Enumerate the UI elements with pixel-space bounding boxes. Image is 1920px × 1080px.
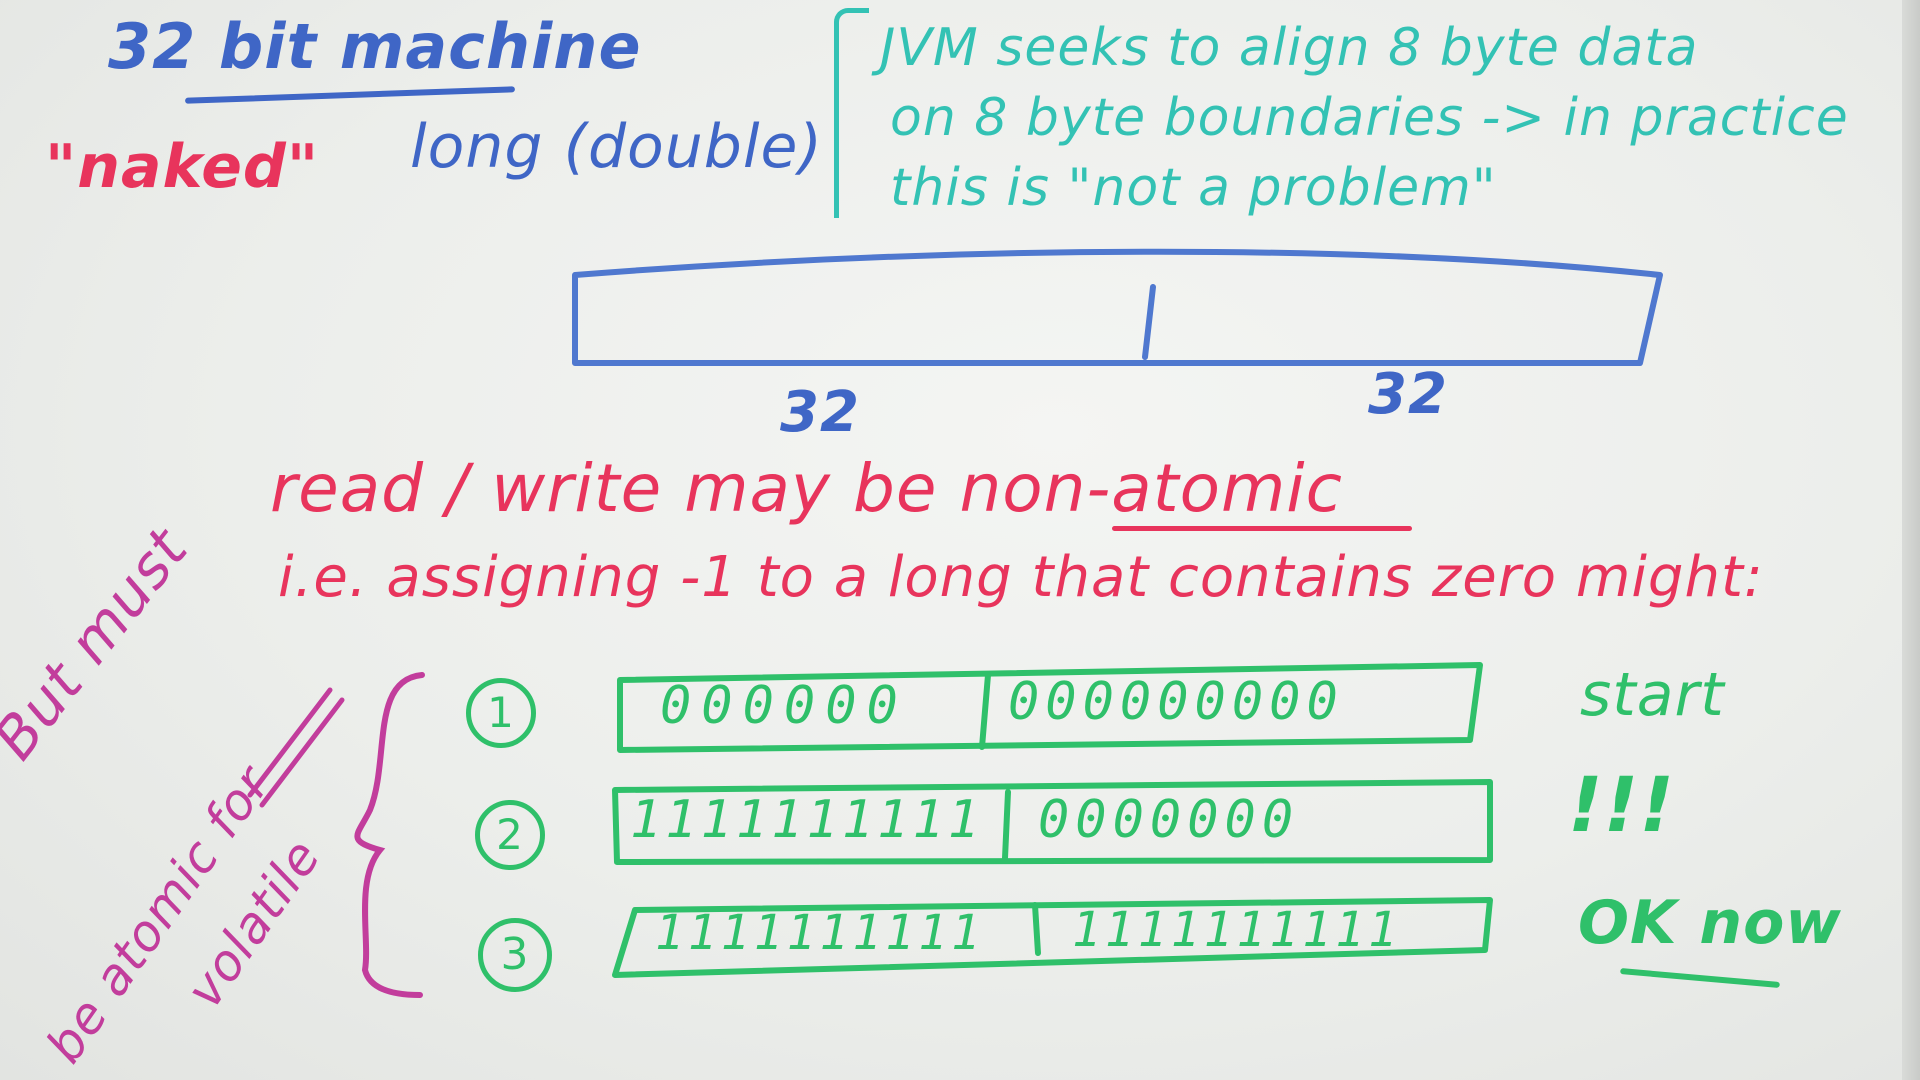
word-divider	[1142, 284, 1156, 360]
step-1-number: 1	[466, 678, 536, 748]
jvm-note-line3: this is "not a problem"	[890, 158, 1497, 218]
step-3-right-bits: 1111111111	[1072, 902, 1401, 958]
step-1-left-bits: 000000	[660, 676, 908, 736]
step-3-status: OK now	[1578, 888, 1842, 958]
word-right-label: 32	[1368, 362, 1448, 427]
jvm-note-line1: JVM seeks to align 8 byte data	[880, 18, 1699, 78]
word-box	[572, 248, 1663, 366]
long-double-text: long (double)	[410, 112, 823, 182]
step-2-status: !!!	[1568, 760, 1675, 849]
jvm-note-line2: on 8 byte boundaries -> in practice	[890, 88, 1849, 148]
ok-now-underline	[1620, 968, 1780, 988]
naked-text: "naked"	[45, 132, 320, 202]
note-bracket	[834, 8, 869, 218]
side-brace	[247, 672, 425, 998]
word-diagram	[572, 248, 1663, 366]
step-1-status: start	[1580, 660, 1725, 730]
non-atomic-underline	[1112, 526, 1412, 531]
title-underline	[184, 86, 516, 104]
step-1-right-bits: 000000000	[1008, 672, 1344, 732]
step-2-left-bits: 1111111111	[630, 790, 984, 850]
side-note-line1: But must	[0, 515, 202, 772]
word-left-label: 32	[780, 380, 860, 445]
title-text: 32 bit machine	[108, 10, 642, 83]
step-3-left-bits: 1111111111	[655, 905, 984, 961]
step-2-right-bits: 0000000	[1038, 790, 1300, 850]
warning-line1: read / write may be non-atomic	[270, 450, 1343, 527]
step-2-number: 2	[475, 800, 545, 870]
board-edge	[1902, 0, 1920, 1080]
step-3-number: 3	[478, 918, 552, 992]
warning-line2: i.e. assigning -1 to a long that contain…	[278, 545, 1764, 610]
whiteboard: 32 bit machine "naked" long (double) JVM…	[0, 0, 1920, 1080]
